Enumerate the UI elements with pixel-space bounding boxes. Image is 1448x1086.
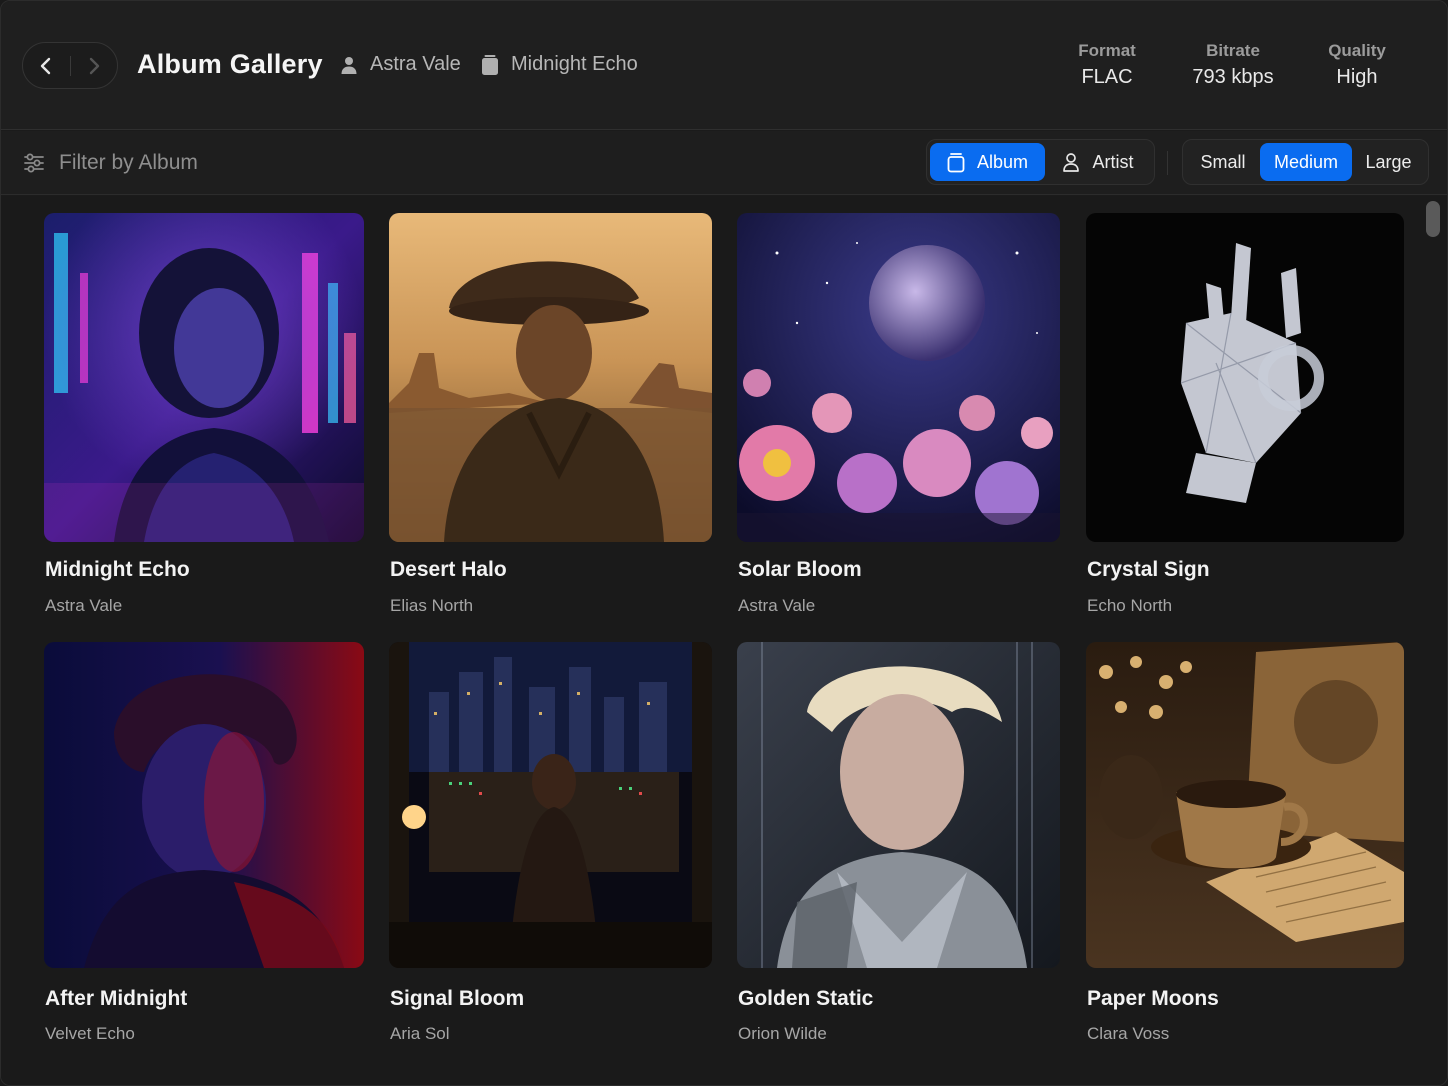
- stat-bitrate: Bitrate 793 kbps: [1178, 41, 1288, 89]
- person-icon: [341, 56, 357, 74]
- album-art-solar-bloom: [737, 213, 1060, 542]
- page-title: Album Gallery: [137, 49, 323, 79]
- filter-placeholder: Filter by Album: [59, 151, 198, 174]
- person-icon: [1063, 153, 1080, 172]
- size-medium-button[interactable]: Medium: [1260, 143, 1352, 181]
- album-art-desert-halo: [389, 213, 712, 542]
- chevron-left-icon: [41, 57, 51, 74]
- album-icon: [947, 152, 965, 172]
- back-button[interactable]: [23, 43, 70, 88]
- size-segmented: Small Medium Large: [1182, 139, 1429, 185]
- nav-button-group: [22, 42, 118, 89]
- album-art-midnight-echo: [44, 213, 364, 542]
- filter-sliders-icon: [24, 153, 44, 173]
- stat-quality-value: High: [1336, 66, 1378, 88]
- scrollbar-thumb[interactable]: [1426, 201, 1440, 237]
- album-icon: [482, 54, 498, 75]
- album-title: Golden Static: [738, 987, 874, 1010]
- group-by-segmented: Album Artist: [926, 139, 1155, 185]
- size-small-button[interactable]: Small: [1186, 143, 1260, 181]
- album-title: Midnight Echo: [45, 558, 190, 581]
- header-bar: Album Gallery Astra Vale Midnight Echo F…: [1, 1, 1447, 130]
- album-artist: Astra Vale: [738, 596, 816, 615]
- album-art-golden-static: [737, 642, 1060, 968]
- size-large-button[interactable]: Large: [1352, 143, 1425, 181]
- album-art-paper-moons: [1086, 642, 1404, 968]
- breadcrumb-album[interactable]: Midnight Echo: [481, 53, 638, 76]
- album-title: After Midnight: [45, 987, 188, 1010]
- album-artist: Orion Wilde: [738, 1024, 827, 1043]
- stat-quality-label: Quality: [1328, 41, 1386, 60]
- album-title: Signal Bloom: [390, 987, 525, 1010]
- breadcrumb-artist[interactable]: Astra Vale: [340, 53, 461, 76]
- album-title: Solar Bloom: [738, 558, 862, 581]
- album-artist: Velvet Echo: [45, 1024, 135, 1043]
- album-art-signal-bloom: [389, 642, 712, 968]
- album-artist: Astra Vale: [45, 596, 123, 615]
- album-artist: Clara Voss: [1087, 1024, 1170, 1043]
- breadcrumb-album-label: Midnight Echo: [511, 53, 638, 75]
- album-artist: Aria Sol: [390, 1024, 450, 1043]
- chevron-right-icon: [89, 57, 99, 74]
- group-by-album-label: Album: [976, 151, 1029, 172]
- album-artist: Echo North: [1087, 596, 1173, 615]
- album-art-crystal-sign: [1086, 213, 1404, 542]
- album-title: Paper Moons: [1087, 987, 1219, 1010]
- group-by-artist-button[interactable]: Artist: [1045, 143, 1151, 181]
- stat-quality: Quality High: [1302, 41, 1412, 89]
- filter-input[interactable]: Filter by Album: [23, 151, 198, 175]
- group-by-album-button[interactable]: Album: [930, 143, 1045, 181]
- group-by-artist-label: Artist: [1092, 151, 1134, 172]
- toolbar: Filter by Album Album Artist Small Mediu…: [1, 131, 1447, 195]
- album-title: Crystal Sign: [1087, 558, 1210, 581]
- album-grid: Midnight Echo Astra Vale Desert Halo Eli…: [1, 196, 1447, 1085]
- stat-format-label: Format: [1078, 41, 1136, 60]
- forward-button[interactable]: [70, 43, 117, 88]
- stat-bitrate-value: 793 kbps: [1192, 66, 1274, 88]
- album-art-after-midnight: [44, 642, 364, 968]
- toolbar-divider: [1167, 151, 1168, 175]
- stat-format-value: FLAC: [1081, 66, 1133, 88]
- app-window: Album Gallery Astra Vale Midnight Echo F…: [0, 0, 1448, 1086]
- scrollbar[interactable]: [1422, 196, 1444, 1085]
- stat-bitrate-label: Bitrate: [1206, 41, 1260, 60]
- breadcrumb-artist-label: Astra Vale: [370, 53, 461, 75]
- album-artist: Elias North: [390, 596, 474, 615]
- stat-format: Format FLAC: [1052, 41, 1162, 89]
- album-title: Desert Halo: [390, 558, 507, 581]
